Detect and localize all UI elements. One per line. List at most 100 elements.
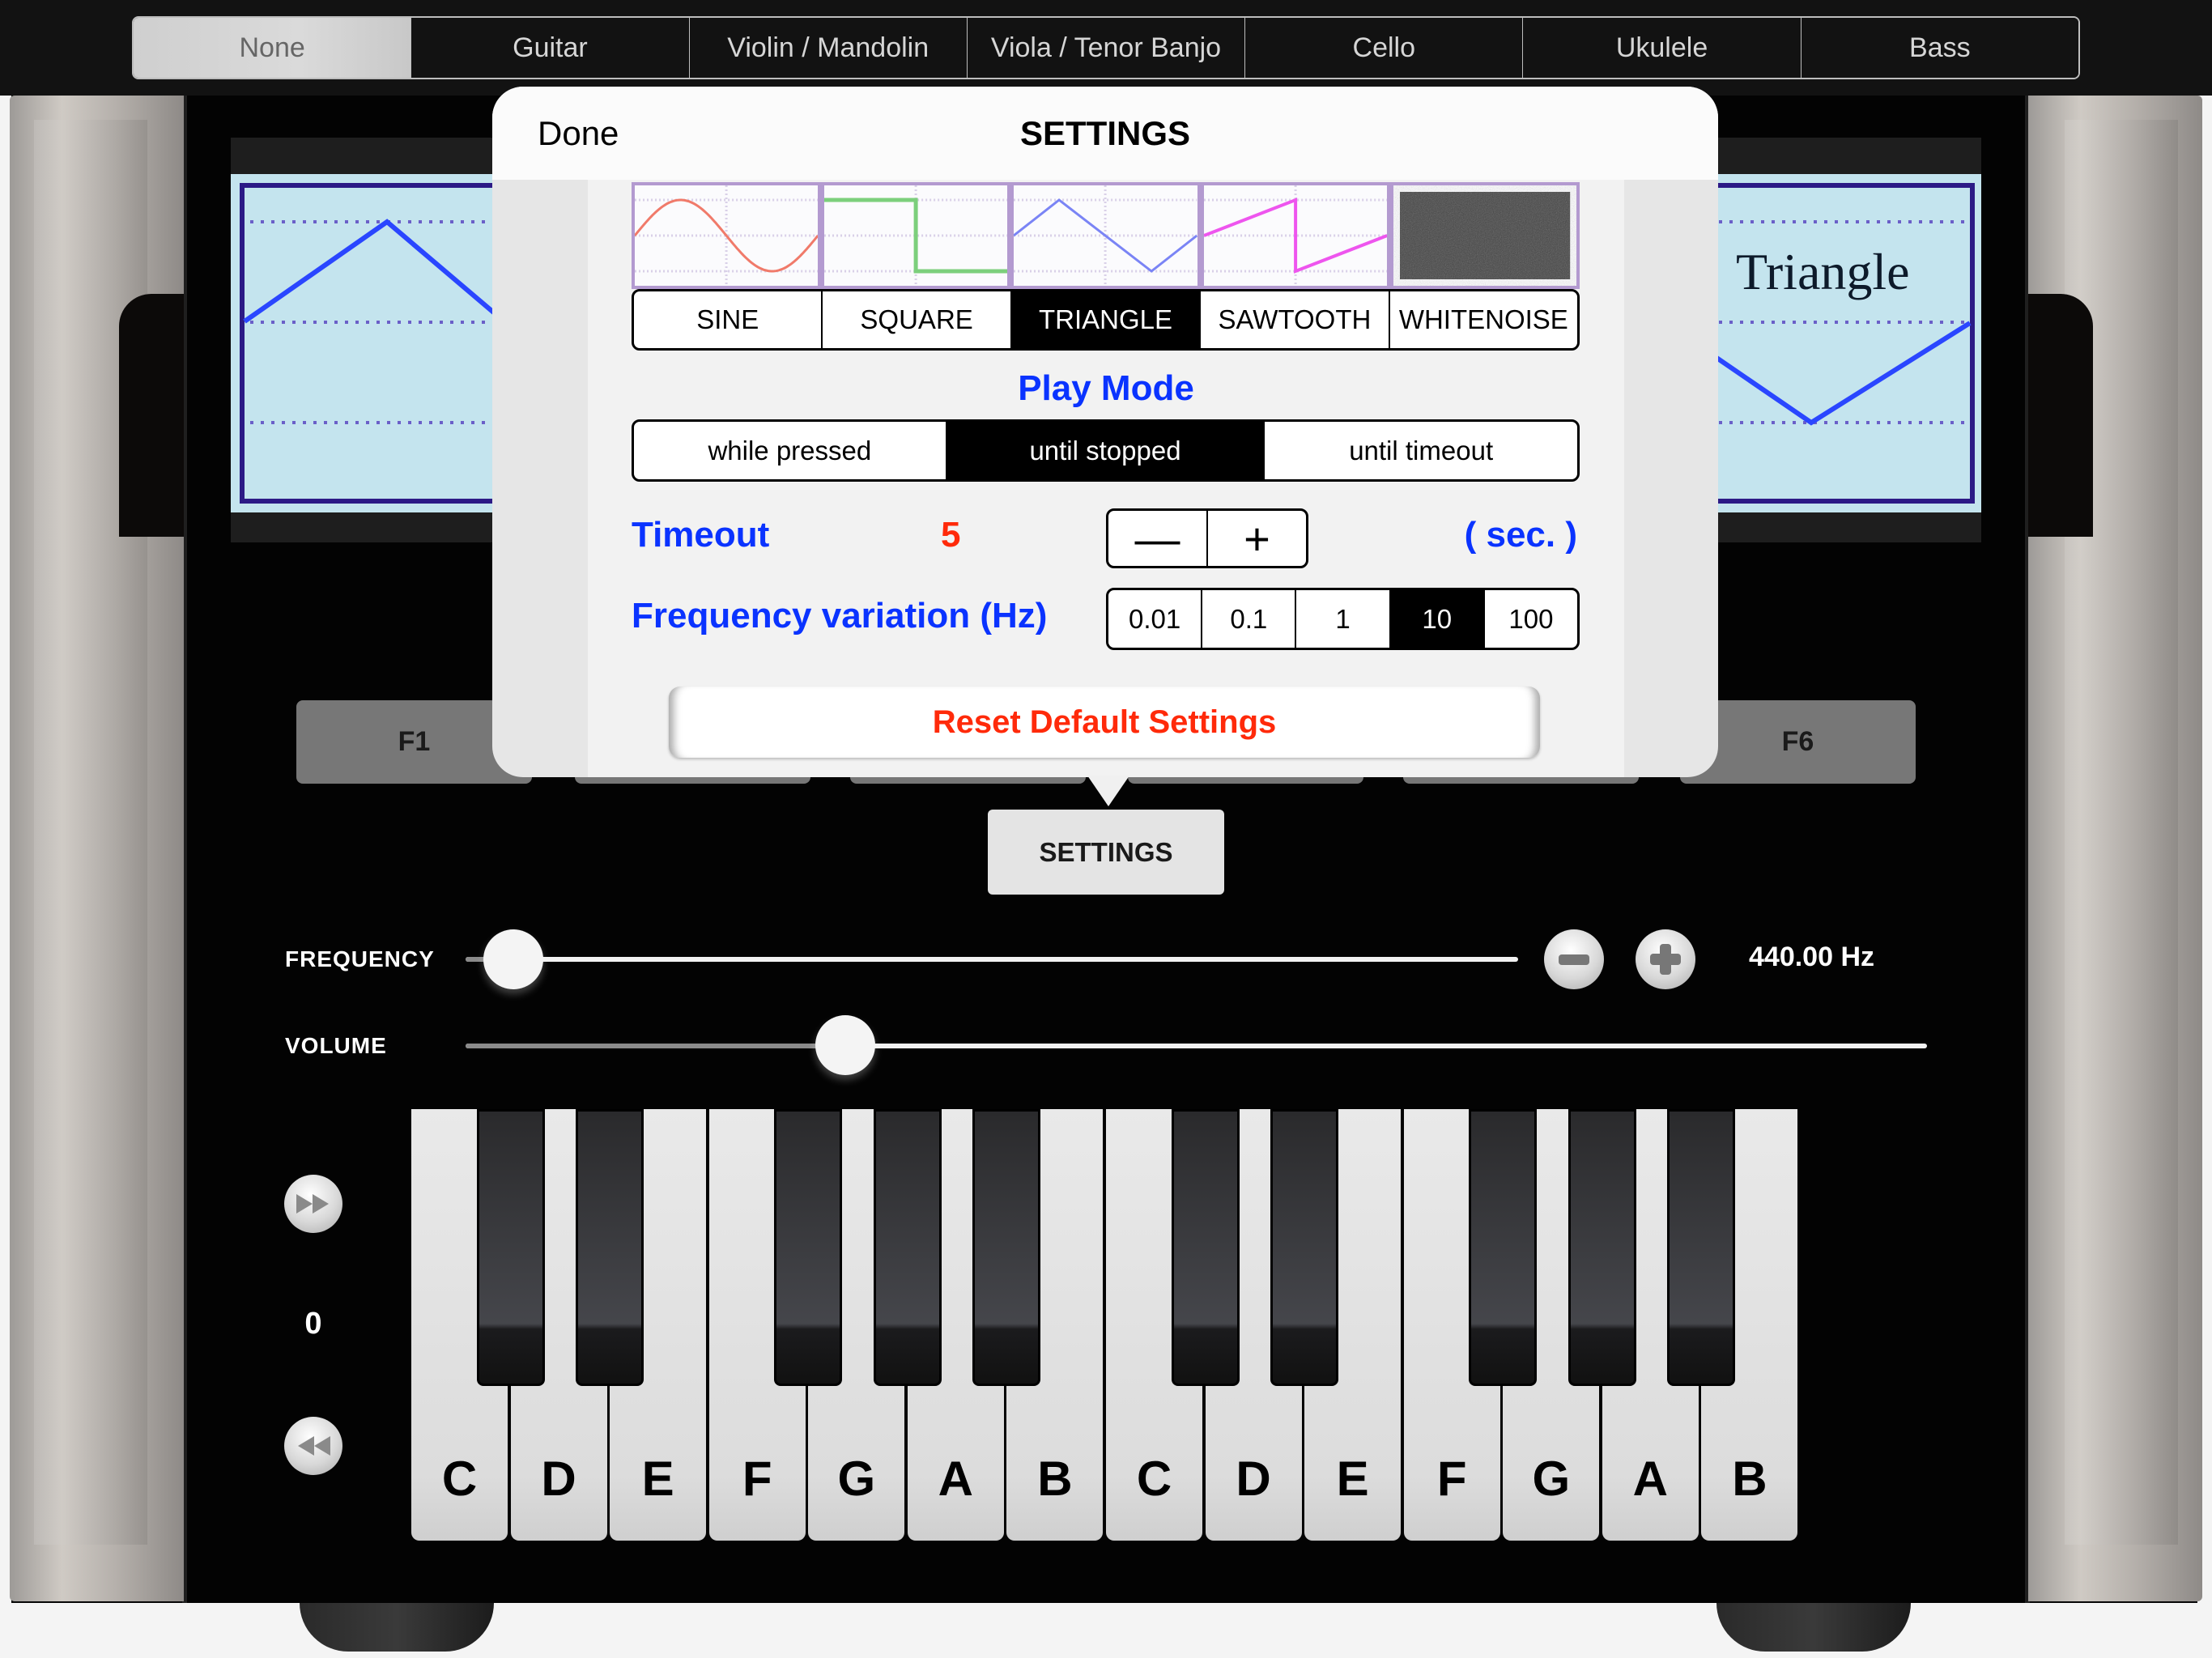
timeout-decrement-button[interactable]: —: [1108, 511, 1206, 566]
timeout-increment-button[interactable]: +: [1206, 511, 1306, 566]
key-label: A: [938, 1452, 974, 1506]
timeout-unit-label: ( sec. ): [1464, 515, 1577, 555]
black-key-f-sharp-2[interactable]: [1469, 1109, 1538, 1386]
top-bar: None Guitar Violin / Mandolin Viola / Te…: [0, 0, 2212, 96]
key-label: C: [441, 1452, 478, 1506]
popover-arrow: [1087, 776, 1129, 806]
triangle-wave-trace: [243, 219, 506, 325]
octave-value: 0: [304, 1307, 322, 1341]
square-thumbnail[interactable]: [821, 182, 1011, 289]
minus-icon: [1559, 954, 1589, 965]
instrument-option-guitar[interactable]: Guitar: [410, 18, 689, 78]
black-key-a-sharp-2[interactable]: [1667, 1109, 1736, 1386]
freq-variation-option-100[interactable]: 100: [1482, 590, 1577, 648]
freq-variation-option-0-01[interactable]: 0.01: [1108, 590, 1201, 648]
volume-slider-fill: [466, 1044, 846, 1048]
instrument-option-none[interactable]: None: [134, 18, 411, 78]
settings-button[interactable]: SETTINGS: [988, 810, 1224, 895]
key-label: F: [742, 1452, 772, 1506]
key-label: B: [1037, 1452, 1073, 1506]
play-mode-selector: while pressed until stopped until timeou…: [632, 419, 1580, 482]
frequency-decrement-button[interactable]: [1544, 929, 1604, 989]
instrument-option-bass[interactable]: Bass: [1800, 18, 2078, 78]
timeout-label: Timeout: [632, 515, 770, 555]
key-label: A: [1632, 1452, 1669, 1506]
black-key-c-sharp-2[interactable]: [1171, 1109, 1240, 1386]
reset-default-settings-button[interactable]: Reset Default Settings: [669, 687, 1540, 758]
play-mode-option-until-timeout[interactable]: until timeout: [1263, 422, 1577, 479]
black-key-f-sharp-1[interactable]: [774, 1109, 843, 1386]
key-label: F: [1436, 1452, 1467, 1506]
black-key-a-sharp-1[interactable]: [972, 1109, 1041, 1386]
freq-variation-option-10[interactable]: 10: [1389, 590, 1483, 648]
display-frame: [1708, 183, 1975, 504]
waveform-screen-right: Triangle: [1708, 174, 1981, 512]
rewind-icon: [298, 1436, 330, 1456]
key-label: B: [1732, 1452, 1767, 1506]
waveform-screen-left: [231, 174, 506, 512]
key-label: E: [1336, 1452, 1369, 1506]
frequency-slider-thumb[interactable]: [483, 929, 543, 989]
waveform-display-left: [231, 138, 506, 542]
black-key-g-sharp-2[interactable]: [1568, 1109, 1636, 1386]
frequency-variation-selector: 0.01 0.1 1 10 100: [1106, 588, 1580, 650]
frequency-readout: 440.00 Hz: [1749, 942, 1874, 972]
waveform-display-right: Triangle: [1708, 138, 1981, 542]
key-label: G: [837, 1452, 876, 1506]
octave-down-button[interactable]: [284, 1417, 342, 1475]
square-wave-icon: [824, 185, 1008, 286]
sawtooth-wave-icon: [1203, 185, 1387, 286]
freq-variation-option-1[interactable]: 1: [1295, 590, 1389, 648]
instrument-option-viola-tenor-banjo[interactable]: Viola / Tenor Banjo: [966, 18, 1245, 78]
volume-slider-thumb[interactable]: [815, 1015, 876, 1075]
waveform-name-label: Triangle: [1736, 243, 1910, 300]
waveform-plot-left: [240, 183, 506, 504]
waveform-option-square[interactable]: SQUARE: [821, 291, 1010, 348]
waveform-option-whitenoise[interactable]: WHITENOISE: [1388, 291, 1577, 348]
waveform-option-sine[interactable]: SINE: [634, 291, 821, 348]
sine-thumbnail[interactable]: [632, 182, 822, 289]
key-label: E: [641, 1452, 674, 1506]
triangle-wave-icon: [1014, 185, 1197, 286]
octave-up-button[interactable]: [284, 1175, 342, 1233]
whitenoise-icon: [1399, 192, 1571, 279]
volume-label: VOLUME: [285, 1033, 387, 1058]
waveform-selector: SINE SQUARE TRIANGLE SAWTOOTH WHITENOISE: [632, 289, 1580, 351]
sawtooth-thumbnail[interactable]: [1200, 182, 1390, 289]
waveform-plot-right: [1708, 183, 1975, 504]
key-label: C: [1136, 1452, 1172, 1506]
frequency-increment-button[interactable]: [1636, 929, 1695, 989]
piano-keyboard: CDEFGABCDEFGAB: [411, 1109, 1801, 1541]
key-label: D: [1236, 1452, 1271, 1506]
black-key-d-sharp-1[interactable]: [576, 1109, 644, 1386]
freq-variation-option-0-1[interactable]: 0.1: [1201, 590, 1295, 648]
popover-header: Done SETTINGS: [492, 87, 1718, 180]
play-mode-label: Play Mode: [1018, 368, 1194, 408]
black-key-d-sharp-2[interactable]: [1270, 1109, 1339, 1386]
play-mode-option-until-stopped[interactable]: until stopped: [945, 422, 1264, 479]
frequency-label: FREQUENCY: [285, 946, 435, 971]
black-key-c-sharp-1[interactable]: [476, 1109, 545, 1386]
fast-forward-icon: [296, 1194, 329, 1214]
key-label: G: [1532, 1452, 1571, 1506]
instrument-option-ukulele[interactable]: Ukulele: [1522, 18, 1801, 78]
instrument-option-violin-mandolin[interactable]: Violin / Mandolin: [688, 18, 967, 78]
waveform-option-sawtooth[interactable]: SAWTOOTH: [1199, 291, 1388, 348]
instrument-selector: None Guitar Violin / Mandolin Viola / Te…: [132, 16, 2080, 79]
whitenoise-thumbnail[interactable]: [1389, 182, 1580, 289]
popover-title: SETTINGS: [1019, 114, 1191, 152]
waveform-thumbnails: [632, 182, 1580, 289]
waveform-option-triangle[interactable]: TRIANGLE: [1010, 291, 1200, 348]
right-handle: [2028, 96, 2202, 1601]
play-mode-option-while-pressed[interactable]: while pressed: [634, 422, 946, 479]
frequency-slider[interactable]: [466, 957, 1518, 962]
volume-slider[interactable]: [466, 1044, 1927, 1048]
plus-icon: [1650, 944, 1681, 975]
left-handle: [10, 96, 184, 1601]
triangle-thumbnail[interactable]: [1010, 182, 1201, 289]
timeout-value: 5: [941, 515, 961, 555]
instrument-option-cello[interactable]: Cello: [1244, 18, 1523, 78]
key-label: D: [541, 1452, 576, 1506]
sine-wave-icon: [635, 185, 819, 286]
black-key-g-sharp-1[interactable]: [873, 1109, 942, 1386]
